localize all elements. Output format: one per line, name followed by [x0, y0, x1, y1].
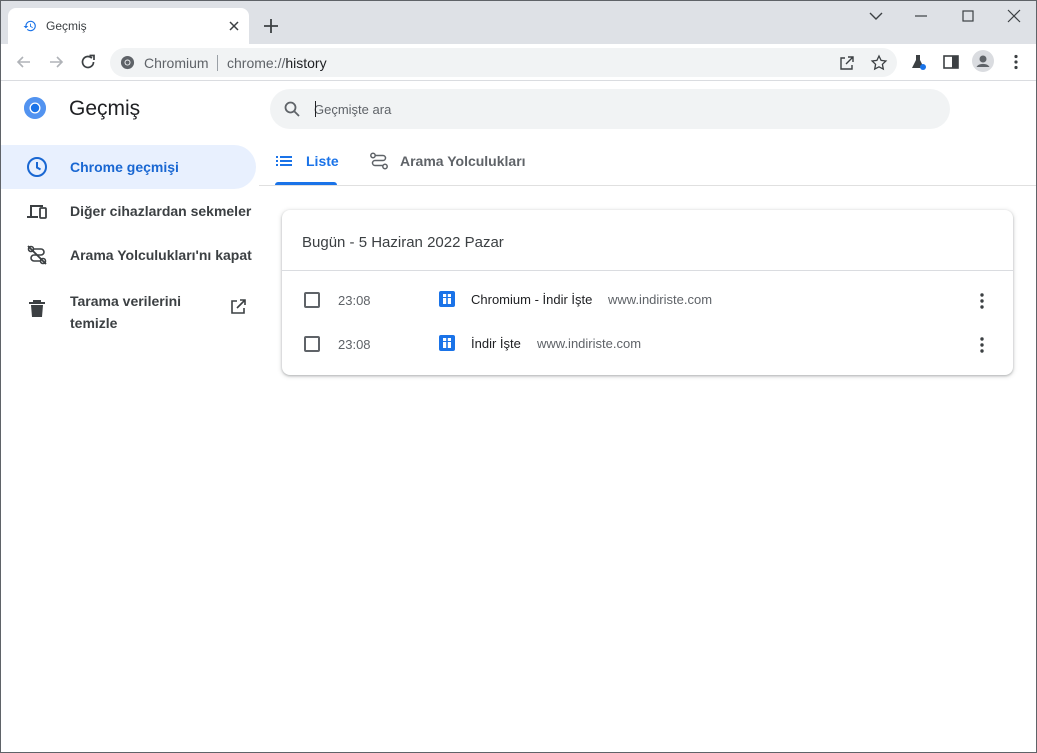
sidebar-item-label: Arama Yolculukları'nı kapat	[70, 247, 252, 263]
tab-history[interactable]: Geçmiş	[8, 8, 249, 44]
maximize-icon[interactable]	[958, 7, 978, 25]
date-title: Bugün - 5 Haziran 2022 Pazar	[302, 234, 504, 251]
tab-label: Liste	[306, 153, 339, 169]
entry-time: 23:08	[338, 293, 371, 308]
entry-checkbox[interactable]	[304, 292, 320, 308]
chromium-site-icon	[120, 55, 135, 70]
search-icon	[284, 101, 300, 117]
journeys-icon	[370, 152, 388, 170]
sidebar-item-label: Tarama verilerini temizle	[70, 293, 182, 331]
more-actions-icon[interactable]	[972, 335, 992, 355]
minimize-icon[interactable]	[911, 7, 931, 25]
share-icon[interactable]	[838, 54, 856, 72]
browser-window: Geçmiş Chromium chrome://history Geçmiş …	[0, 0, 1037, 753]
tab-title: Geçmiş	[46, 19, 87, 33]
entry-title-link[interactable]: İndir İşte	[471, 336, 521, 351]
bookmark-star-icon[interactable]	[870, 54, 888, 72]
devices-icon	[27, 205, 47, 219]
menu-kebab-icon[interactable]	[1007, 53, 1025, 71]
entry-checkbox[interactable]	[304, 336, 320, 352]
external-link-icon	[231, 299, 246, 314]
url-text: chrome://history	[227, 55, 327, 71]
url-path: history	[285, 55, 327, 71]
list-icon	[276, 156, 292, 166]
reload-icon[interactable]	[79, 53, 97, 71]
site-favicon-icon	[439, 335, 455, 351]
address-bar[interactable]: Chromium chrome://history	[110, 48, 897, 77]
back-icon[interactable]	[15, 53, 33, 71]
new-tab-icon[interactable]	[263, 18, 279, 34]
more-actions-icon[interactable]	[972, 291, 992, 311]
page-title: Geçmiş	[69, 97, 141, 120]
url-scheme: chrome://	[227, 55, 286, 71]
text-caret	[315, 101, 316, 117]
card-divider	[282, 270, 1013, 271]
search-input[interactable]	[314, 98, 914, 120]
sidebar-item-journeys-off[interactable]: Arama Yolculukları'nı kapat	[1, 233, 256, 277]
entry-title-link[interactable]: Chromium - İndir İşte	[471, 292, 592, 307]
tab-label: Arama Yolculukları	[400, 153, 526, 169]
window-close-icon[interactable]	[1004, 7, 1024, 25]
site-favicon-icon	[439, 291, 455, 307]
sidebar-item-clear-browsing-data[interactable]: Tarama verilerini temizle	[1, 286, 256, 331]
entry-domain: www.indiriste.com	[537, 336, 642, 351]
sidebar-item-label: Chrome geçmişi	[70, 159, 179, 175]
tab-strip: Geçmiş	[1, 1, 1036, 44]
labs-flask-icon[interactable]	[909, 53, 927, 71]
tab-journeys[interactable]: Arama Yolculukları	[369, 141, 529, 185]
trash-icon	[29, 300, 45, 317]
entry-time: 23:08	[338, 337, 371, 352]
site-label: Chromium	[144, 55, 209, 71]
tab-search-icon[interactable]	[866, 7, 886, 25]
history-entry[interactable]: 23:08 Chromium - İndir İşte www.indirist…	[282, 279, 1013, 323]
profile-avatar-icon[interactable]	[972, 50, 994, 72]
entry-domain: www.indiriste.com	[608, 292, 713, 307]
side-panel-icon[interactable]	[942, 53, 960, 71]
omnibox-divider	[217, 55, 218, 71]
clock-icon	[27, 157, 47, 177]
history-entry[interactable]: 23:08 İndir İşte www.indiriste.com	[282, 323, 1013, 367]
sidebar-item-other-devices[interactable]: Diğer cihazlardan sekmeler	[1, 189, 256, 233]
history-card: Bugün - 5 Haziran 2022 Pazar 23:08 Chrom…	[282, 210, 1013, 375]
sidebar-item-label: Diğer cihazlardan sekmeler	[70, 203, 252, 219]
history-search-box[interactable]	[270, 89, 950, 129]
chromium-logo-icon	[24, 97, 46, 119]
close-icon[interactable]	[226, 18, 242, 34]
history-icon	[23, 20, 36, 32]
browser-toolbar: Chromium chrome://history	[1, 44, 1036, 81]
sidebar-item-chrome-history[interactable]: Chrome geçmişi	[1, 145, 256, 189]
journeys-off-icon	[27, 245, 47, 265]
tabs-divider	[259, 185, 1036, 186]
tab-list[interactable]: Liste	[275, 141, 339, 185]
forward-icon[interactable]	[47, 53, 65, 71]
